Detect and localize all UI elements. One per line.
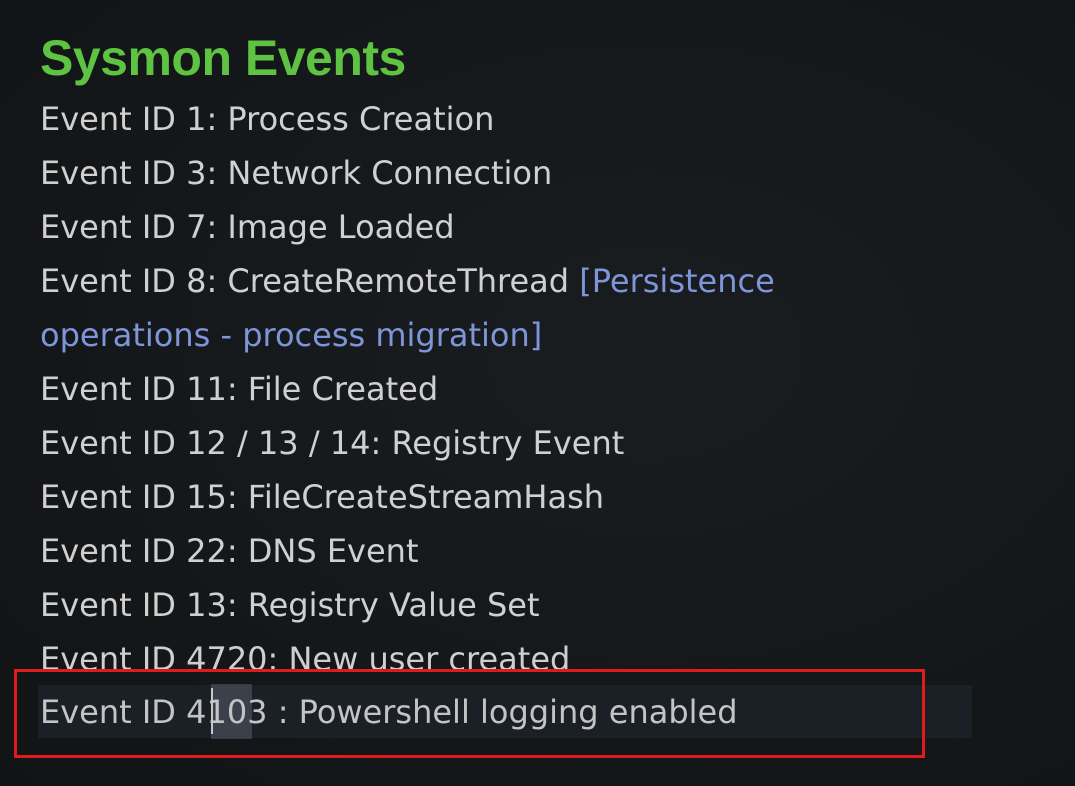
- event-text: Event ID 11: File Created: [40, 370, 439, 408]
- event-text: Event ID 7: Image Loaded: [40, 208, 455, 246]
- event-text: Event ID 3: Network Connection: [40, 154, 553, 192]
- section-title: Sysmon Events: [40, 30, 406, 86]
- event-note: operations - process migration]: [40, 316, 543, 354]
- event-line: Event ID 12 / 13 / 14: Registry Event: [40, 416, 1040, 470]
- event-line: Event ID 15: FileCreateStreamHash: [40, 470, 1040, 524]
- event-line-continuation: operations - process migration]: [40, 308, 1040, 362]
- event-note: [Persistence: [579, 262, 775, 300]
- event-text: Event ID 12 / 13 / 14: Registry Event: [40, 424, 625, 462]
- event-line: Event ID 3: Network Connection: [40, 146, 1040, 200]
- event-line: Event ID 13: Registry Value Set: [40, 578, 1040, 632]
- event-line: Event ID 7: Image Loaded: [40, 200, 1040, 254]
- annotation-highlight-box: [14, 669, 925, 758]
- event-text: Event ID 8: CreateRemoteThread: [40, 262, 580, 300]
- event-line: Event ID 22: DNS Event: [40, 524, 1040, 578]
- event-text: Event ID 22: DNS Event: [40, 532, 419, 570]
- event-line: Event ID 1: Process Creation: [40, 92, 1040, 146]
- event-text: Event ID 1: Process Creation: [40, 100, 495, 138]
- event-text: Event ID 15: FileCreateStreamHash: [40, 478, 605, 516]
- event-line: Event ID 11: File Created: [40, 362, 1040, 416]
- event-text: Event ID 13: Registry Value Set: [40, 586, 540, 624]
- event-line: Event ID 8: CreateRemoteThread [Persiste…: [40, 254, 1040, 308]
- notes-content: Sysmon Events Event ID 1: Process Creati…: [40, 26, 1040, 632]
